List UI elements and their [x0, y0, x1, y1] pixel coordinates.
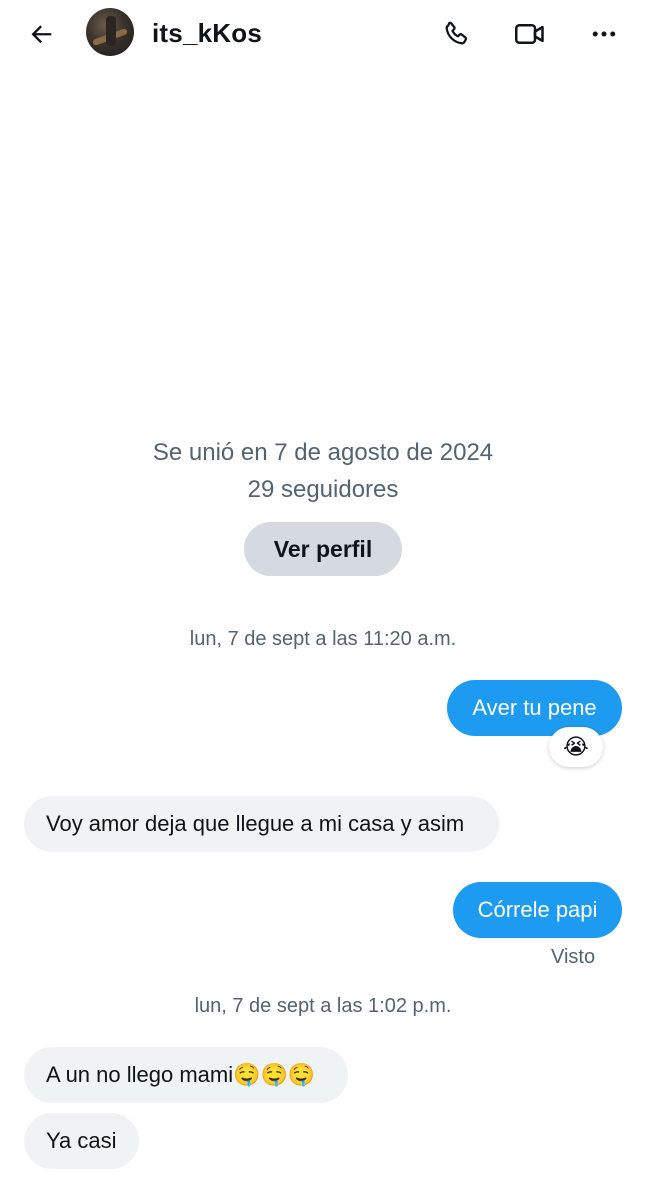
- arrow-left-icon: [31, 25, 52, 44]
- outgoing-message[interactable]: Aver tu pene: [447, 680, 622, 736]
- avatar[interactable]: [86, 8, 134, 56]
- more-options-button[interactable]: [584, 14, 624, 54]
- back-button[interactable]: [22, 14, 62, 54]
- phone-icon: [445, 21, 468, 45]
- message-reaction[interactable]: 😭: [549, 727, 603, 767]
- message-timestamp: lun, 7 de sept a las 1:02 p.m.: [194, 995, 452, 1017]
- username[interactable]: its_kKos: [152, 16, 262, 50]
- conversation-header: its_kKos: [0, 0, 646, 66]
- seen-status: Visto: [551, 946, 596, 968]
- video-call-button[interactable]: [510, 14, 550, 54]
- call-button[interactable]: [436, 14, 476, 54]
- outgoing-message[interactable]: Córrele papi: [453, 882, 622, 938]
- incoming-message[interactable]: Voy amor deja que llegue a mi casa y asi…: [24, 796, 499, 852]
- followers-count-text: 29 seguidores: [247, 476, 399, 503]
- more-horizontal-icon: [592, 31, 616, 37]
- view-profile-button[interactable]: Ver perfil: [244, 522, 402, 576]
- incoming-message[interactable]: A un no llego mami🤤🤤🤤: [24, 1047, 348, 1103]
- message-timestamp: lun, 7 de sept a las 11:20 a.m.: [189, 628, 457, 650]
- joined-date-text: Se unió en 7 de agosto de 2024: [152, 439, 494, 466]
- incoming-message[interactable]: Ya casi: [24, 1113, 139, 1169]
- dm-conversation-screen: its_kKos Se unió en 7 de agosto de 2024 …: [0, 0, 646, 1200]
- video-camera-icon: [515, 24, 544, 44]
